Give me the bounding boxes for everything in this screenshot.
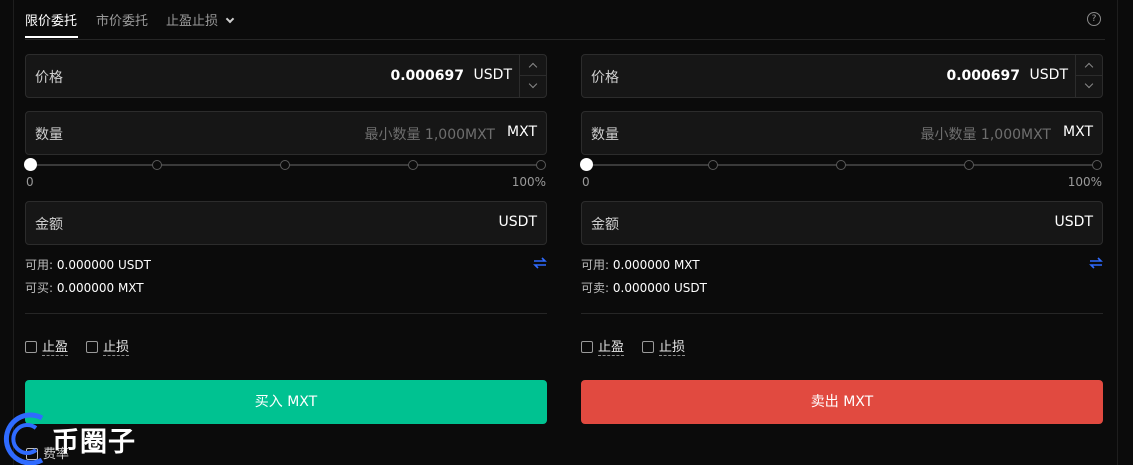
buy-available-balance: 可用: 0.000000 USDT [25,256,151,273]
swap-arrows-icon[interactable] [533,256,547,270]
tab-stop-limit-label: 止盈止损 [166,14,219,29]
buy-max-buyable: 可买: 0.000000 MXT [25,279,144,296]
sell-available-label: 可用: [581,258,610,272]
slider-thumb[interactable] [24,158,37,171]
sell-take-profit-label: 止盈 [598,340,625,356]
sell-price-value: 0.000697 [946,68,1020,84]
sell-slider-max-label: 100% [1067,175,1102,189]
buy-amount-field[interactable]: 金额 USDT [25,201,547,245]
buy-stop-loss-checkbox[interactable]: 止损 [86,336,130,356]
buy-price-stepper [519,55,546,97]
sell-available-balance: 可用: 0.000000 MXT [581,256,700,273]
chevron-down-icon [1084,79,1094,89]
buy-max-label: 可买: [25,281,54,295]
buy-available-value: 0.000000 USDT [56,258,151,272]
buy-stop-loss-label: 止损 [103,340,130,356]
buy-quantity-field[interactable]: 数量 最小数量 1,000MXT MXT [25,111,547,155]
buy-take-profit-checkbox[interactable]: 止盈 [25,336,69,356]
sell-max-label: 可卖: [581,281,610,295]
divider [25,313,547,314]
swap-arrows-icon[interactable] [1089,256,1103,270]
buy-quantity-placeholder: 最小数量 1,000MXT [364,127,495,143]
buy-price-decrement-button[interactable] [520,76,546,97]
sell-slider-min-label: 0 [582,175,590,189]
chevron-up-icon [1084,62,1094,72]
slider-step-100[interactable] [536,160,546,170]
sell-price-stepper [1075,55,1102,97]
trade-form: 限价委托 市价委托 止盈止损 ? 价格 0.000697 USDT 数量 最小数… [0,0,1133,465]
slider-thumb[interactable] [580,158,593,171]
watermark-logo: 币圈子 [2,410,162,465]
watermark-text: 币圈子 [52,427,136,458]
slider-step-50[interactable] [836,160,846,170]
sell-available-value: 0.000000 MXT [612,258,700,272]
buy-available-label: 可用: [25,258,54,272]
sell-stop-loss-checkbox[interactable]: 止损 [642,336,686,356]
buy-quantity-label: 数量 [35,127,63,143]
order-type-tabs: 限价委托 市价委托 止盈止损 ? [25,0,1105,40]
sell-max-value: 0.000000 USDT [612,281,707,295]
slider-step-25[interactable] [152,160,162,170]
sell-price-unit: USDT [1029,67,1068,83]
sell-quantity-label: 数量 [591,127,619,143]
slider-step-25[interactable] [708,160,718,170]
buy-price-label: 价格 [35,70,63,86]
chevron-up-icon [528,62,538,72]
buy-price-field[interactable]: 价格 0.000697 USDT [25,54,547,98]
sell-price-label: 价格 [591,70,619,86]
slider-step-75[interactable] [408,160,418,170]
buy-amount-label: 金额 [35,217,63,233]
active-tab-underline [25,36,78,38]
sell-amount-label: 金额 [591,217,619,233]
buy-take-profit-label: 止盈 [42,340,69,356]
checkbox-icon [642,341,654,353]
sell-max-sellable: 可卖: 0.000000 USDT [581,279,707,296]
slider-step-75[interactable] [964,160,974,170]
chevron-down-icon [528,79,538,89]
tab-stop-limit[interactable]: 止盈止损 [166,10,235,29]
watermark-logo-icon [3,412,44,465]
buy-price-value: 0.000697 [390,68,464,84]
chevron-down-icon [225,14,235,24]
tab-limit-order[interactable]: 限价委托 [25,10,77,29]
right-border [1117,0,1118,465]
buy-slider-max-label: 100% [511,175,546,189]
buy-amount-unit: USDT [498,214,537,230]
buy-price-increment-button[interactable] [520,55,546,76]
checkbox-icon [25,341,37,353]
sell-quantity-field[interactable]: 数量 最小数量 1,000MXT MXT [581,111,1103,155]
sell-price-increment-button[interactable] [1076,55,1102,76]
sell-amount-field[interactable]: 金额 USDT [581,201,1103,245]
sell-price-decrement-button[interactable] [1076,76,1102,97]
question-circle-icon[interactable]: ? [1087,12,1101,26]
buy-slider-min-label: 0 [26,175,34,189]
buy-amount-slider[interactable] [24,158,546,172]
buy-quantity-unit: MXT [507,124,537,140]
sell-quantity-placeholder: 最小数量 1,000MXT [920,127,1051,143]
sell-quantity-unit: MXT [1063,124,1093,140]
divider [581,313,1103,314]
sell-button[interactable]: 卖出 MXT [581,380,1103,424]
sell-take-profit-checkbox[interactable]: 止盈 [581,336,625,356]
sell-amount-slider[interactable] [580,158,1102,172]
buy-price-unit: USDT [473,67,512,83]
slider-step-50[interactable] [280,160,290,170]
left-border [13,0,14,465]
tab-market-order[interactable]: 市价委托 [96,10,148,29]
sell-amount-unit: USDT [1054,214,1093,230]
slider-step-100[interactable] [1092,160,1102,170]
sell-stop-loss-label: 止损 [659,340,686,356]
checkbox-icon [581,341,593,353]
buy-max-value: 0.000000 MXT [56,281,144,295]
sell-price-field[interactable]: 价格 0.000697 USDT [581,54,1103,98]
checkbox-icon [86,341,98,353]
